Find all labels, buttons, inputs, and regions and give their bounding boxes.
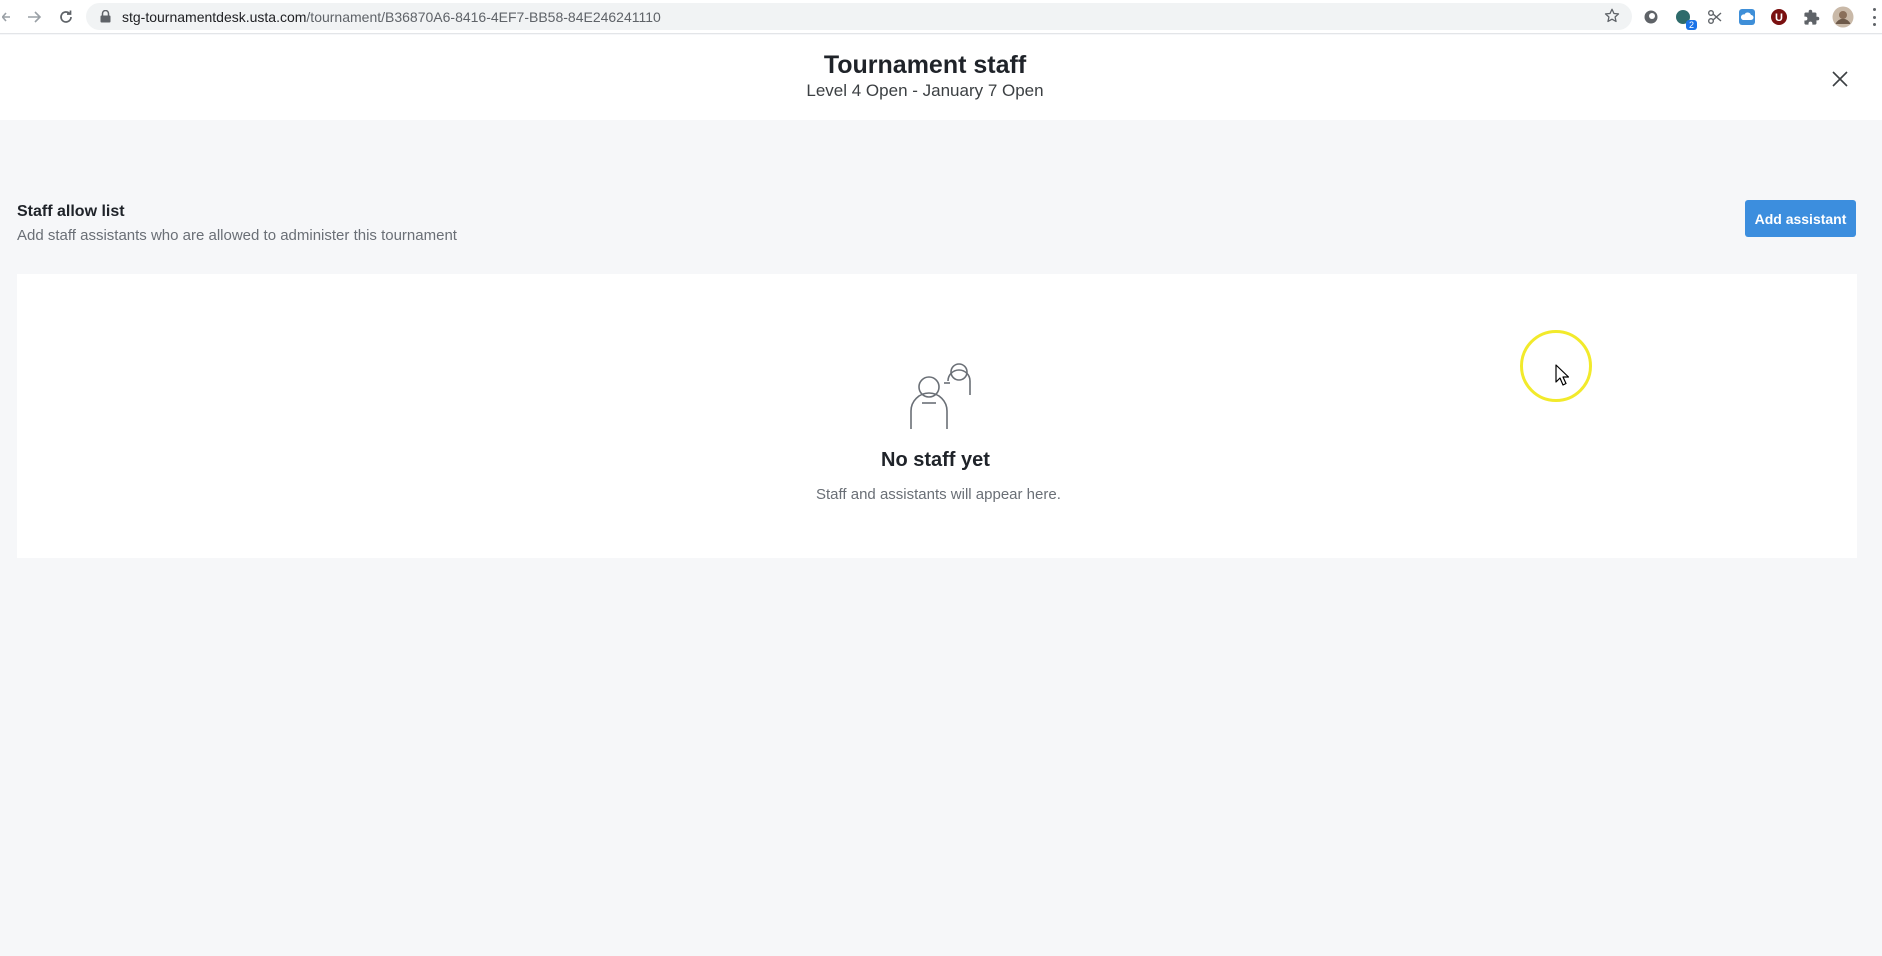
browser-menu-icon[interactable] <box>1870 6 1878 28</box>
address-bar[interactable]: stg-tournamentdesk.usta.com/tournament/B… <box>86 3 1632 30</box>
avatar[interactable] <box>1832 6 1854 28</box>
browser-toolbar: stg-tournamentdesk.usta.com/tournament/B… <box>0 0 1882 34</box>
cloud-icon[interactable] <box>1736 6 1758 28</box>
extension-1-icon[interactable] <box>1640 6 1662 28</box>
section-description: Add staff assistants who are allowed to … <box>17 227 457 244</box>
close-icon <box>1832 71 1848 87</box>
forward-arrow-icon[interactable] <box>20 3 48 31</box>
staff-allow-list-header: Staff allow list Add staff assistants wh… <box>17 203 457 244</box>
url-path: /tournament/B36870A6-8416-4EF7-BB58-84E2… <box>306 8 661 25</box>
extension-2-icon[interactable]: 2 <box>1672 6 1697 30</box>
url-host: stg-tournamentdesk.usta.com <box>122 8 307 25</box>
lock-icon <box>98 10 112 24</box>
page-title: Tournament staff <box>823 51 1027 79</box>
bookmark-star-icon[interactable] <box>1602 6 1622 26</box>
mouse-cursor-icon <box>1555 364 1569 386</box>
extensions-tray: 2 U <box>1640 4 1854 30</box>
page-header: Tournament staff Level 4 Open - January … <box>0 35 1882 120</box>
add-assistant-button[interactable]: Add assistant <box>1745 200 1856 237</box>
close-button[interactable] <box>1826 65 1854 93</box>
section-title: Staff allow list <box>17 203 125 220</box>
empty-state-description: Staff and assistants will appear here. <box>816 486 1061 503</box>
extension-u-icon[interactable]: U <box>1768 6 1790 28</box>
scissors-icon[interactable] <box>1704 6 1726 28</box>
empty-state-title: No staff yet <box>881 449 990 471</box>
page-subtitle: Level 4 Open - January 7 Open <box>806 81 1044 100</box>
puzzle-icon[interactable] <box>1800 6 1822 28</box>
extension-badge: 2 <box>1685 20 1697 30</box>
staff-list-card: No staff yet Staff and assistants will a… <box>17 274 1857 558</box>
reload-icon[interactable] <box>52 3 80 31</box>
url-text: stg-tournamentdesk.usta.com/tournament/B… <box>122 9 661 25</box>
people-icon <box>910 363 971 429</box>
back-arrow-icon[interactable] <box>0 3 12 31</box>
extension-u-letter: U <box>1775 12 1783 24</box>
